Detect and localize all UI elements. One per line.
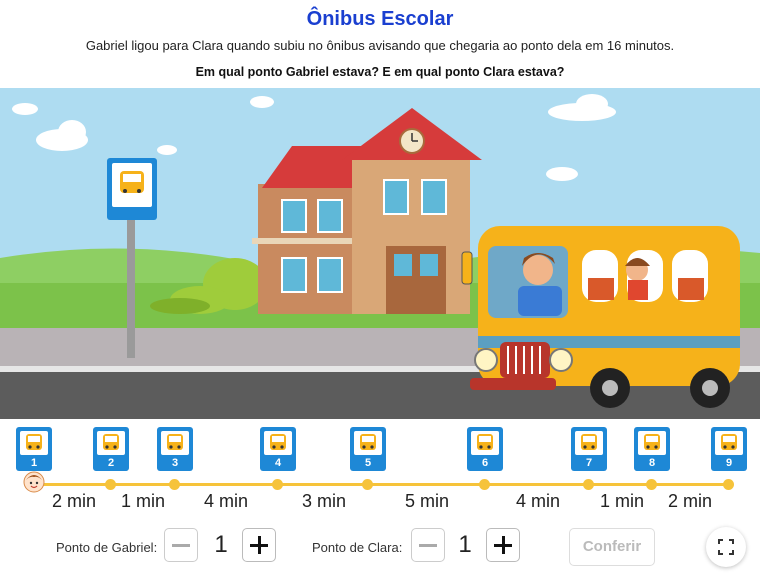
track-dot [169,479,180,490]
gabriel-avatar-icon [23,471,45,493]
bus-icon [167,434,183,450]
track-dot [583,479,594,490]
stop-number: 2 [107,457,115,469]
track-dot [646,479,657,490]
bus-stop-1: 1 [16,427,52,471]
problem-statement: Gabriel ligou para Clara quando subiu no… [85,38,675,53]
track-dot [272,479,283,490]
track-dot [362,479,373,490]
bus-stop-2: 2 [93,427,129,471]
school-bus-scene [0,88,760,419]
segment-time-1-2: 2 min [51,491,96,511]
segment-time-6-7: 4 min [515,491,560,511]
gabriel-increment-button[interactable] [242,528,276,562]
route-timeline: 1 2 3 4 5 6 7 8 9 2 min 1 min 4 min 3 mi… [0,419,760,519]
bus-stop-7: 7 [571,427,607,471]
minus-icon [419,544,437,547]
bus-icon [581,434,597,450]
segment-time-8-9: 2 min [667,491,712,511]
bus-icon [103,434,119,450]
gabriel-decrement-button[interactable] [164,528,198,562]
track-dot [105,479,116,490]
stop-number: 9 [725,457,733,469]
segment-time-7-8: 1 min [599,491,644,511]
stop-number: 3 [171,457,179,469]
bus-icon [270,434,286,450]
track-dot [723,479,734,490]
bus-icon [26,434,42,450]
bus-icon [721,434,737,450]
school-bus [461,226,740,408]
stop-number: 7 [585,457,593,469]
bus-stop-8: 8 [634,427,670,471]
segment-time-5-6: 5 min [404,491,449,511]
clara-stop-value: 1 [458,531,472,558]
fullscreen-icon [718,539,734,555]
stop-number: 6 [481,457,489,469]
bus-stop-9: 9 [711,427,747,471]
fullscreen-button[interactable] [706,527,746,567]
bus-icon [360,434,376,450]
bus-icon [477,434,493,450]
clara-decrement-button[interactable] [411,528,445,562]
stop-number: 1 [30,457,38,469]
segment-time-3-4: 4 min [203,491,248,511]
question-text: Em qual ponto Gabriel estava? E em qual … [195,65,565,79]
minus-icon [172,544,190,547]
bus-icon [644,434,660,450]
segment-time-4-5: 3 min [301,491,346,511]
bus-stop-3: 3 [157,427,193,471]
gabriel-stop-label: Ponto de Gabriel: [56,540,158,555]
route-track [34,483,730,486]
answer-controls: Ponto de Gabriel: 1 Ponto de Clara: 1 Co… [0,527,760,567]
bus-stop-6: 6 [467,427,503,471]
clara-increment-button[interactable] [486,528,520,562]
page-title: Ônibus Escolar [306,8,454,30]
bus-stop-4: 4 [260,427,296,471]
clara-stop-label: Ponto de Clara: [312,540,403,555]
stop-number: 4 [274,457,282,469]
bus-stop-5: 5 [350,427,386,471]
stop-number: 8 [648,457,656,469]
check-answer-button[interactable]: Conferir [569,528,655,566]
stop-number: 5 [364,457,372,469]
track-dot [479,479,490,490]
gabriel-stop-value: 1 [214,531,228,558]
segment-time-2-3: 1 min [120,491,165,511]
